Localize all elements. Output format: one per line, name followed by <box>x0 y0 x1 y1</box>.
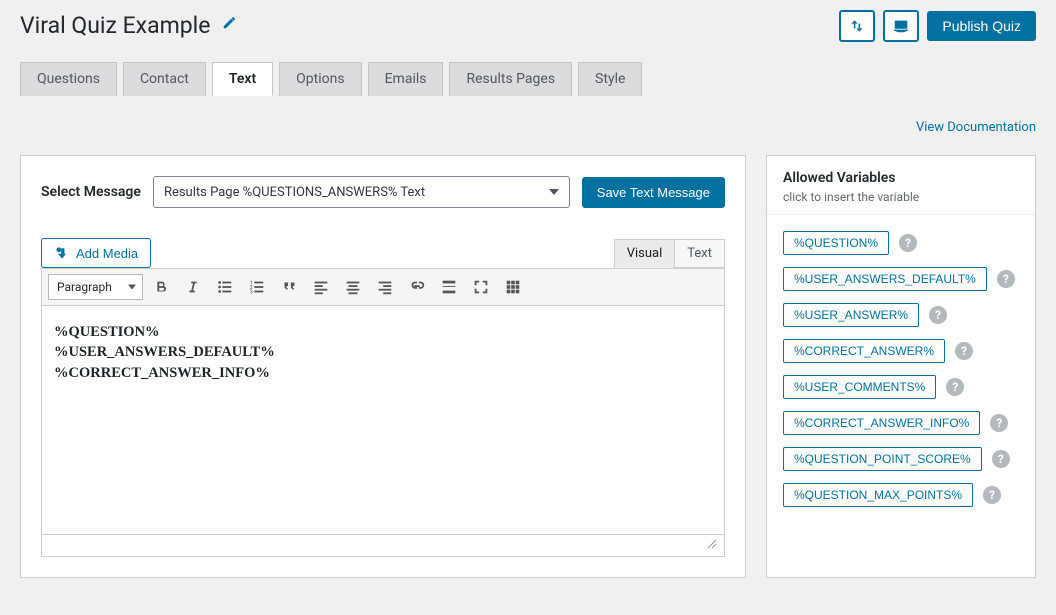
tab-emails[interactable]: Emails <box>368 62 444 96</box>
editor-content[interactable]: %QUESTION%%USER_ANSWERS_DEFAULT%%CORRECT… <box>41 305 725 535</box>
bullet-list-icon[interactable] <box>211 273 239 301</box>
tab-results-pages[interactable]: Results Pages <box>449 62 572 96</box>
tab-questions[interactable]: Questions <box>20 62 117 96</box>
variable-button[interactable]: %QUESTION% <box>783 231 889 255</box>
paragraph-format-value: Paragraph <box>57 280 112 294</box>
variable-button[interactable]: %USER_ANSWER% <box>783 303 919 327</box>
variable-row: %USER_ANSWERS_DEFAULT%? <box>783 267 1019 291</box>
help-icon[interactable]: ? <box>990 414 1008 432</box>
page-title: Viral Quiz Example <box>20 11 210 41</box>
tab-options[interactable]: Options <box>279 62 361 96</box>
editor-line: %USER_ANSWERS_DEFAULT% <box>54 342 712 362</box>
preview-button[interactable] <box>883 10 919 42</box>
editor-line: %CORRECT_ANSWER_INFO% <box>54 363 712 383</box>
variable-button[interactable]: %QUESTION_MAX_POINTS% <box>783 483 973 507</box>
editor-line: %QUESTION% <box>54 322 712 342</box>
help-icon[interactable]: ? <box>997 270 1015 288</box>
message-select-value: Results Page %QUESTIONS_ANSWERS% Text <box>164 185 425 200</box>
publish-quiz-button[interactable]: Publish Quiz <box>927 11 1036 41</box>
help-icon[interactable]: ? <box>983 486 1001 504</box>
help-icon[interactable]: ? <box>929 306 947 324</box>
help-icon[interactable]: ? <box>899 234 917 252</box>
variable-button[interactable]: %USER_COMMENTS% <box>783 375 936 399</box>
editor-panel: Select Message Results Page %QUESTIONS_A… <box>20 155 746 578</box>
sort-button[interactable] <box>839 10 875 42</box>
variable-row: %QUESTION_MAX_POINTS%? <box>783 483 1019 507</box>
tab-text[interactable]: Text <box>212 62 273 96</box>
page-header: Viral Quiz Example Publish Quiz <box>20 10 1036 42</box>
allowed-variables-title: Allowed Variables <box>783 170 1019 186</box>
editor-statusbar <box>41 535 725 557</box>
toolbar-toggle-icon[interactable] <box>499 273 527 301</box>
variable-button[interactable]: %CORRECT_ANSWER_INFO% <box>783 411 980 435</box>
variable-button[interactable]: %QUESTION_POINT_SCORE% <box>783 447 982 471</box>
help-icon[interactable]: ? <box>955 342 973 360</box>
resize-handle-icon[interactable] <box>706 538 718 553</box>
number-list-icon[interactable]: 123 <box>243 273 271 301</box>
variable-row: %USER_COMMENTS%? <box>783 375 1019 399</box>
align-right-icon[interactable] <box>371 273 399 301</box>
select-message-label: Select Message <box>41 184 141 200</box>
editor-tab-text[interactable]: Text <box>674 239 725 268</box>
variable-row: %QUESTION%? <box>783 231 1019 255</box>
message-select[interactable]: Results Page %QUESTIONS_ANSWERS% Text <box>153 176 570 208</box>
variable-row: %CORRECT_ANSWER%? <box>783 339 1019 363</box>
variable-button[interactable]: %USER_ANSWERS_DEFAULT% <box>783 267 987 291</box>
editor-tab-visual[interactable]: Visual <box>614 239 675 268</box>
fullscreen-icon[interactable] <box>467 273 495 301</box>
variable-row: %USER_ANSWER%? <box>783 303 1019 327</box>
help-icon[interactable]: ? <box>992 450 1010 468</box>
blockquote-icon[interactable] <box>275 273 303 301</box>
add-media-label: Add Media <box>76 246 138 261</box>
edit-title-icon[interactable] <box>220 16 236 36</box>
link-icon[interactable] <box>403 273 431 301</box>
variable-button[interactable]: %CORRECT_ANSWER% <box>783 339 945 363</box>
allowed-variables-subtitle: click to insert the variable <box>783 190 1019 204</box>
allowed-variables-panel: Allowed Variables click to insert the va… <box>766 155 1036 578</box>
read-more-icon[interactable] <box>435 273 463 301</box>
svg-text:3: 3 <box>250 289 253 295</box>
tab-contact[interactable]: Contact <box>123 62 206 96</box>
editor-toolbar: Paragraph 123 <box>41 268 725 305</box>
italic-icon[interactable] <box>179 273 207 301</box>
view-documentation-link[interactable]: View Documentation <box>916 120 1036 135</box>
align-left-icon[interactable] <box>307 273 335 301</box>
save-text-message-button[interactable]: Save Text Message <box>582 177 725 208</box>
tab-style[interactable]: Style <box>578 62 642 96</box>
help-icon[interactable]: ? <box>946 378 964 396</box>
add-media-button[interactable]: Add Media <box>41 238 151 268</box>
variable-row: %QUESTION_POINT_SCORE%? <box>783 447 1019 471</box>
align-center-icon[interactable] <box>339 273 367 301</box>
main-tabs: QuestionsContactTextOptionsEmailsResults… <box>20 62 1036 96</box>
variable-row: %CORRECT_ANSWER_INFO%? <box>783 411 1019 435</box>
bold-icon[interactable] <box>147 273 175 301</box>
paragraph-format-select[interactable]: Paragraph <box>48 274 143 300</box>
